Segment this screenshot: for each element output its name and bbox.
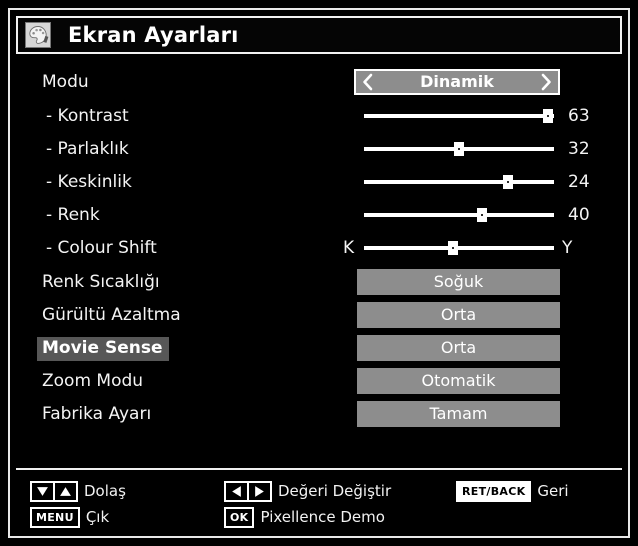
value-button-zoom-modu[interactable]: Otomatik xyxy=(357,368,560,394)
key-badge-exit-hint: MENU xyxy=(30,506,80,528)
value-button-fabrika-ayari[interactable]: Tamam xyxy=(357,401,560,427)
chevron-left-icon[interactable] xyxy=(361,73,375,91)
row-label-renk-sicakligi: Renk Sıcaklığı xyxy=(42,272,160,292)
row-label-fabrika-ayari: Fabrika Ayarı xyxy=(42,404,152,424)
slider-track-colour-shift[interactable] xyxy=(364,241,554,255)
key-badge-pixellence-demo-hint: OK xyxy=(224,506,255,528)
settings-row-colour-shift[interactable]: - Colour Shift K Y xyxy=(16,232,622,265)
row-label-renk: - Renk xyxy=(46,205,100,225)
back-hint: RET/BACK Geri xyxy=(456,480,569,502)
slider-value-parlaklik: 32 xyxy=(568,139,590,159)
slider-left-cap-colour-shift: K xyxy=(343,238,355,258)
settings-list: Modu Dinamik - Kontrast 63 - Parlaklık 32 - Ke… xyxy=(16,60,622,460)
slider-knob-colour-shift[interactable] xyxy=(448,241,459,255)
pixellence-demo-hint: OK Pixellence Demo xyxy=(224,506,385,528)
row-label-movie-sense: Movie Sense xyxy=(37,336,170,361)
picture-settings-icon xyxy=(25,22,51,48)
settings-row-movie-sense[interactable]: Movie Sense Orta xyxy=(16,332,622,365)
spinner-modu[interactable]: Dinamik xyxy=(354,69,560,95)
menu-frame: Ekran Ayarları Modu Dinamik - Kontrast 63- … xyxy=(8,8,630,538)
value-button-movie-sense[interactable]: Orta xyxy=(357,335,560,361)
hint-label-pixellence-demo-hint: Pixellence Demo xyxy=(260,507,385,526)
row-label-kontrast: - Kontrast xyxy=(46,106,129,126)
settings-row-gurultu-azaltma[interactable]: Gürültü Azaltma Orta xyxy=(16,299,622,332)
settings-row-renk-sicakligi[interactable]: Renk Sıcaklığı Soğuk xyxy=(16,266,622,299)
chevron-right-icon[interactable] xyxy=(539,73,553,91)
slider-track-renk[interactable] xyxy=(364,208,554,222)
updown-arrows-icon xyxy=(30,480,78,502)
settings-row-zoom-modu[interactable]: Zoom Modu Otomatik xyxy=(16,365,622,398)
row-label-zoom-modu: Zoom Modu xyxy=(42,371,144,391)
key-badge-label: MENU xyxy=(36,510,74,524)
slider-knob-keskinlik[interactable] xyxy=(503,175,514,189)
hint-label-change-value-hint: Değeri Değiştir xyxy=(278,481,392,500)
spinner-value-modu: Dinamik xyxy=(420,72,494,91)
hint-label-back-hint: Geri xyxy=(537,481,569,500)
page-title: Ekran Ayarları xyxy=(68,23,239,47)
row-label-gurultu-azaltma: Gürültü Azaltma xyxy=(42,305,181,325)
settings-row-keskinlik[interactable]: - Keskinlik 24 xyxy=(16,166,622,199)
arrow-right-icon xyxy=(247,482,270,500)
key-badge-back-hint: RET/BACK xyxy=(456,480,532,502)
row-label-modu: Modu xyxy=(42,72,89,92)
leftright-arrows-icon xyxy=(224,480,272,502)
arrow-up-icon xyxy=(53,482,76,500)
row-label-keskinlik: - Keskinlik xyxy=(46,172,132,192)
hint-label-exit-hint: Çık xyxy=(85,507,110,526)
settings-row-kontrast[interactable]: - Kontrast 63 xyxy=(16,100,622,133)
slider-right-cap-colour-shift: Y xyxy=(562,238,573,258)
slider-value-keskinlik: 24 xyxy=(568,172,590,192)
tv-osd-screen: Ekran Ayarları Modu Dinamik - Kontrast 63- … xyxy=(0,0,638,546)
slider-value-kontrast: 63 xyxy=(568,106,590,126)
slider-knob-kontrast[interactable] xyxy=(543,109,554,123)
settings-row-fabrika-ayari[interactable]: Fabrika Ayarı Tamam xyxy=(16,398,622,431)
settings-row-modu[interactable]: Modu Dinamik xyxy=(16,66,622,99)
key-badge-label: OK xyxy=(230,510,249,524)
navigate-hint: Dolaş xyxy=(30,480,126,502)
slider-knob-parlaklik[interactable] xyxy=(454,142,464,156)
value-button-gurultu-azaltma[interactable]: Orta xyxy=(357,302,560,328)
slider-value-renk: 40 xyxy=(568,205,590,225)
slider-track-keskinlik[interactable] xyxy=(364,175,554,189)
arrow-down-icon xyxy=(32,483,53,500)
settings-row-renk[interactable]: - Renk 40 xyxy=(16,199,622,232)
footer-hint-bar: Dolaş MENU Çık Değeri Değiştir OK Pixellence … xyxy=(16,468,622,530)
row-label-parlaklik: - Parlaklık xyxy=(46,139,129,159)
arrow-left-icon xyxy=(226,483,247,500)
slider-track-parlaklik[interactable] xyxy=(364,142,554,156)
value-button-renk-sicakligi[interactable]: Soğuk xyxy=(357,269,560,295)
title-bar: Ekran Ayarları xyxy=(16,16,622,54)
settings-row-parlaklik[interactable]: - Parlaklık 32 xyxy=(16,133,622,166)
row-label-colour-shift: - Colour Shift xyxy=(46,238,157,258)
exit-hint: MENU Çık xyxy=(30,506,109,528)
slider-track-kontrast[interactable] xyxy=(364,109,554,123)
hint-label-navigate-hint: Dolaş xyxy=(84,481,126,500)
change-value-hint: Değeri Değiştir xyxy=(224,480,391,502)
key-badge-label: RET/BACK xyxy=(462,484,526,498)
slider-knob-renk[interactable] xyxy=(476,208,487,222)
